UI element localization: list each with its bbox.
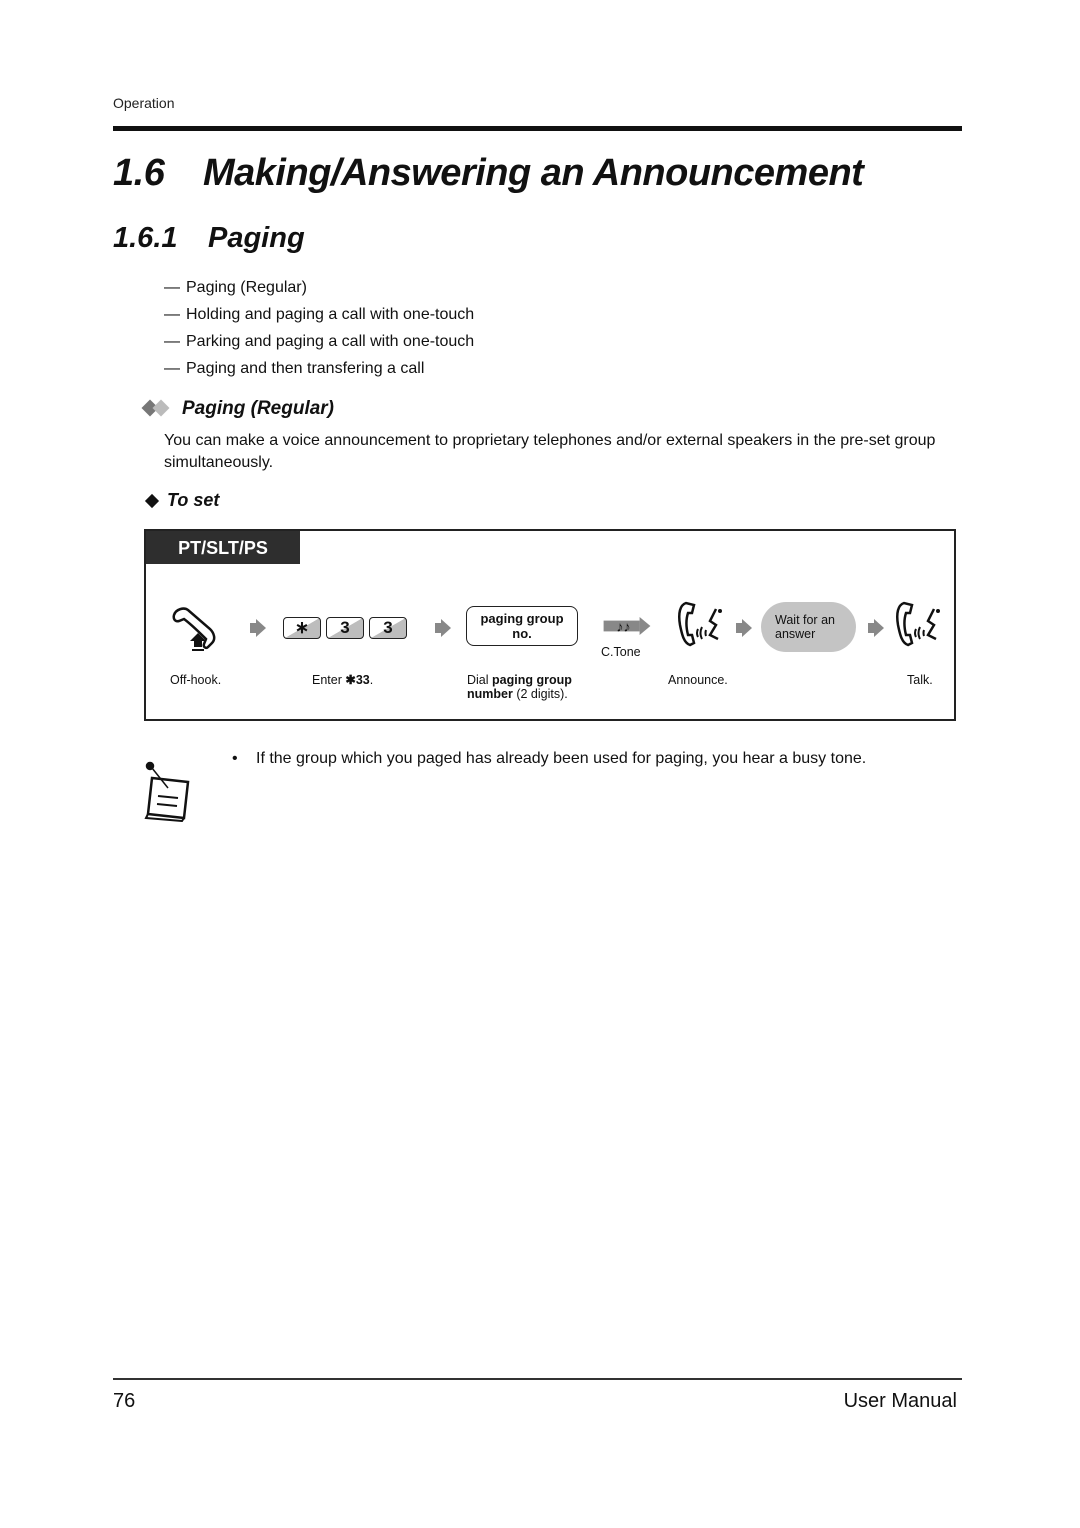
dash: — — [164, 360, 180, 377]
description-paragraph: You can make a voice announcement to pro… — [164, 432, 936, 471]
key-3[interactable]: 3 — [326, 617, 364, 639]
dial-suffix: (2 digits). — [512, 687, 568, 701]
caption-announce: Announce. — [668, 673, 728, 687]
tone-arrow-icon: ♪♪ — [603, 617, 651, 635]
key-star[interactable]: ∗ — [283, 617, 321, 639]
to-set-heading: To set — [143, 490, 219, 511]
dash: — — [164, 333, 180, 350]
wait-line1: Wait for an — [775, 613, 835, 627]
caption-enter: Enter ✱33. — [312, 673, 373, 687]
paging-box-line2: no. — [512, 626, 532, 641]
footer-rule — [113, 1378, 962, 1380]
topic-item[interactable]: — Parking and paging a call with one-touc… — [164, 328, 474, 355]
topic-item[interactable]: — Paging (Regular) — [164, 274, 474, 301]
enter-suffix: . — [369, 673, 374, 687]
handset-offhook-icon — [172, 607, 216, 651]
to-set-label: To set — [167, 490, 220, 510]
section-title: Paging — [208, 222, 305, 254]
diamond-bullet-icon — [144, 493, 160, 508]
section-heading: 1.6.1 Paging — [113, 222, 305, 255]
topic-item[interactable]: — Holding and paging a call with one-touc… — [164, 301, 474, 328]
procedure-box: PT/SLT/PS ∗ 3 3 paging group no. ♪♪ C.To… — [144, 529, 956, 721]
chapter-heading: 1.6 Making/Answering an Announcement — [113, 152, 864, 195]
arrow-icon — [435, 619, 451, 637]
section-number: 1.6.1 — [113, 222, 178, 254]
arrow-icon — [736, 619, 752, 637]
caption-talk: Talk. — [907, 673, 933, 687]
page-number: 76 — [113, 1390, 136, 1412]
caption-dial: Dial paging group number (2 digits). — [467, 673, 572, 701]
chapter-title: Making/Answering an Announcement — [203, 152, 864, 194]
topic-item[interactable]: — Paging and then transfering a call — [164, 355, 474, 382]
running-header: Operation — [113, 95, 175, 111]
dial-bold2: number — [467, 687, 513, 701]
handset-speaking-icon — [678, 601, 722, 647]
svg-text:♪♪: ♪♪ — [616, 619, 630, 635]
topic-label: Holding and paging a call with one-touch — [186, 306, 475, 323]
subsection-heading: Paging (Regular) — [141, 398, 335, 420]
wait-line2: answer — [775, 627, 816, 641]
note-icon — [144, 760, 190, 822]
caption-offhook: Off-hook. — [170, 673, 222, 687]
wait-for-answer-pill: Wait for an answer — [761, 602, 856, 652]
topic-label: Paging and then transfering a call — [186, 360, 425, 377]
dash: — — [164, 306, 180, 323]
arrow-icon — [250, 619, 266, 637]
note-bullet: • — [232, 750, 238, 767]
dial-bold1: paging group — [492, 673, 572, 687]
dial-prefix: Dial — [467, 673, 493, 687]
chapter-number: 1.6 — [113, 152, 165, 194]
device-tab: PT/SLT/PS — [146, 531, 300, 564]
note-text: If the group which you paged has already… — [256, 750, 867, 767]
enter-code: ✱33 — [345, 673, 370, 687]
handset-speaking-icon — [896, 601, 940, 647]
header-rule — [113, 126, 962, 131]
paging-box-line1: paging group — [480, 611, 564, 626]
footer-title: User Manual — [843, 1390, 957, 1412]
subsection-title: Paging (Regular) — [182, 398, 335, 419]
paging-group-input[interactable]: paging group no. — [466, 606, 578, 646]
dash: — — [164, 279, 180, 296]
topic-label: Paging (Regular) — [186, 279, 307, 296]
double-diamond-icon — [141, 399, 180, 419]
note-item: • If the group which you paged has alread… — [232, 750, 866, 768]
tone-label: C.Tone — [601, 645, 641, 659]
topic-list: — Paging (Regular) — Holding and paging a … — [164, 274, 474, 382]
key-3[interactable]: 3 — [369, 617, 407, 639]
arrow-icon — [868, 619, 884, 637]
enter-prefix: Enter — [312, 673, 346, 687]
topic-label: Parking and paging a call with one-touch — [186, 333, 475, 350]
